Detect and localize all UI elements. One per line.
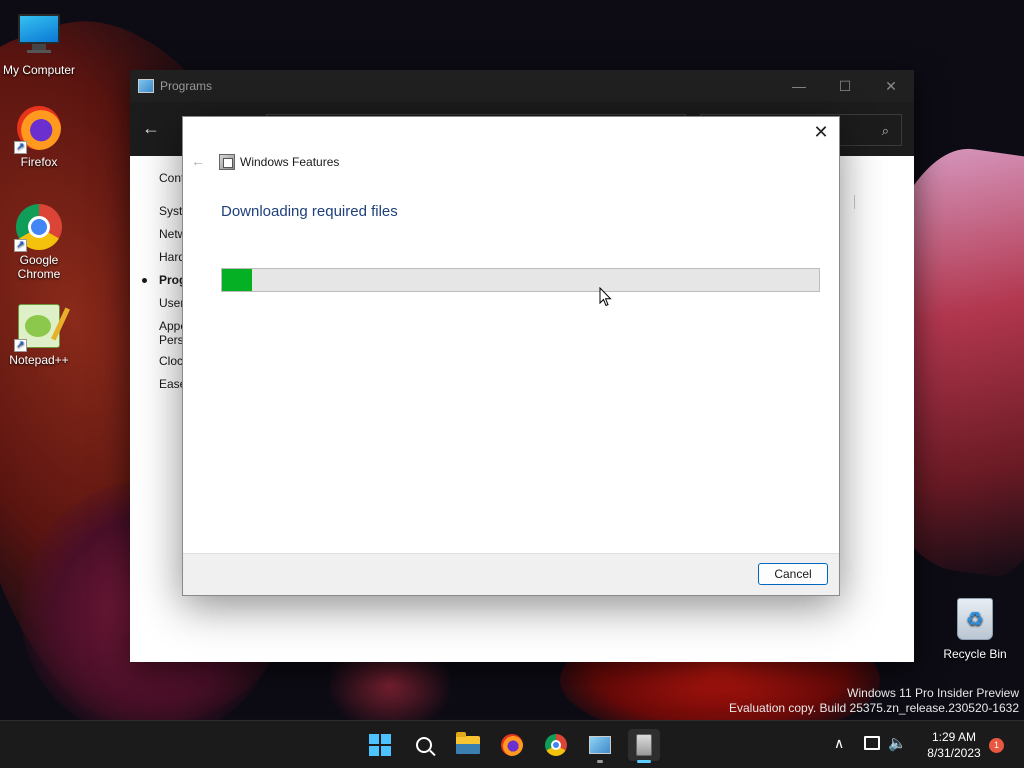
desktop-icon-label: Firefox	[20, 155, 58, 169]
windows-features-icon	[219, 154, 235, 170]
taskbar-firefox[interactable]	[496, 729, 528, 761]
nav-item-programs[interactable]: Prog	[159, 273, 183, 287]
windows-features-dialog: ✕ ← Windows Features Downloading require…	[182, 116, 840, 596]
nav-item-appearance[interactable]: Appe	[159, 319, 183, 333]
nav-item-network[interactable]: Netw	[159, 227, 183, 241]
nav-item-clock[interactable]: Clock	[159, 354, 183, 368]
link-separator	[854, 195, 855, 209]
taskbar-control-panel[interactable]	[584, 729, 616, 763]
desktop-icon-chrome[interactable]: ↗ Google Chrome	[0, 204, 78, 281]
recycle-bin-icon	[952, 598, 998, 644]
search-icon: ⌕	[881, 123, 889, 138]
cancel-button[interactable]: Cancel	[758, 563, 828, 585]
windows-logo-icon	[369, 734, 391, 756]
nav-item-system[interactable]: Syste	[159, 204, 183, 218]
computer-icon	[16, 14, 62, 60]
close-button[interactable]: ✕	[811, 122, 831, 142]
nav-item-personalization[interactable]: Perso	[159, 333, 183, 347]
chrome-icon: ↗	[14, 204, 62, 252]
shortcut-arrow-icon: ↗	[14, 339, 27, 352]
windows-features-icon	[636, 734, 652, 756]
desktop-icon-firefox[interactable]: ↗ Firefox	[0, 106, 78, 169]
taskbar-file-explorer[interactable]	[452, 729, 484, 761]
shortcut-arrow-icon: ↗	[14, 141, 27, 154]
desktop-icon-label: Notepad++	[9, 353, 69, 367]
download-progress-bar	[221, 268, 820, 292]
notepad-plus-plus-icon: ↗	[14, 304, 62, 352]
taskbar: ∧ 🔈 1:29 AM 8/31/2023 1	[0, 720, 1024, 768]
show-hidden-icons-chevron-icon[interactable]: ∧	[834, 735, 844, 752]
network-icon[interactable]	[864, 736, 880, 750]
clock-date: 8/31/2023	[927, 746, 981, 760]
desktop-icon-label: Google Chrome	[17, 253, 61, 281]
control-panel-icon	[138, 79, 154, 93]
nav-item-ease-of-access[interactable]: Ease	[159, 377, 183, 391]
volume-icon[interactable]: 🔈	[888, 734, 907, 752]
chrome-icon	[545, 734, 567, 756]
watermark-line: Evaluation copy. Build 25375.zn_release.…	[729, 701, 1019, 715]
nav-item-hardware[interactable]: Hard	[159, 250, 183, 264]
window-title: Programs	[160, 79, 213, 93]
desktop-icon-label: My Computer	[2, 63, 76, 77]
taskbar-chrome[interactable]	[540, 729, 572, 761]
running-indicator	[597, 760, 603, 763]
notification-badge[interactable]: 1	[989, 738, 1004, 753]
back-arrow-icon[interactable]: ←	[142, 118, 160, 139]
progress-bar-fill	[222, 269, 252, 291]
search-icon	[416, 737, 432, 753]
dialog-footer: Cancel	[183, 553, 839, 595]
clock-time: 1:29 AM	[931, 730, 977, 744]
active-indicator	[637, 760, 651, 763]
desktop-icon-my-computer[interactable]: My Computer	[0, 10, 78, 77]
back-arrow-icon: ←	[191, 153, 205, 169]
folder-icon	[456, 732, 480, 754]
desktop-icon-recycle-bin[interactable]: Recycle Bin	[936, 598, 1014, 661]
taskbar-clock[interactable]: 1:29 AM 8/31/2023	[912, 729, 996, 761]
dialog-title: Windows Features	[240, 155, 340, 169]
maximize-button[interactable]: ☐	[822, 70, 868, 102]
desktop-icon-notepad-plus-plus[interactable]: ↗ Notepad++	[0, 304, 78, 367]
shortcut-arrow-icon: ↗	[14, 239, 27, 252]
status-heading: Downloading required files	[221, 203, 398, 220]
close-button[interactable]: ✕	[868, 70, 914, 102]
taskbar-windows-features[interactable]	[628, 729, 660, 763]
watermark-line: Windows 11 Pro Insider Preview	[847, 686, 1019, 700]
control-panel-icon	[589, 736, 611, 754]
start-button[interactable]	[364, 729, 396, 761]
nav-item-user-accounts[interactable]: User	[159, 296, 183, 310]
minimize-button[interactable]: —	[776, 70, 822, 102]
taskbar-search-button[interactable]	[408, 729, 440, 761]
title-bar[interactable]: Programs — ☐ ✕	[130, 70, 914, 102]
selected-bullet-icon	[142, 278, 147, 283]
nav-item-control-panel-home[interactable]: Cont	[159, 171, 183, 185]
desktop-icon-label: Recycle Bin	[943, 647, 1007, 661]
firefox-icon: ↗	[14, 106, 62, 154]
evaluation-watermark: Windows 11 Pro Insider Preview Evaluatio…	[729, 686, 1019, 716]
firefox-icon	[501, 734, 523, 756]
